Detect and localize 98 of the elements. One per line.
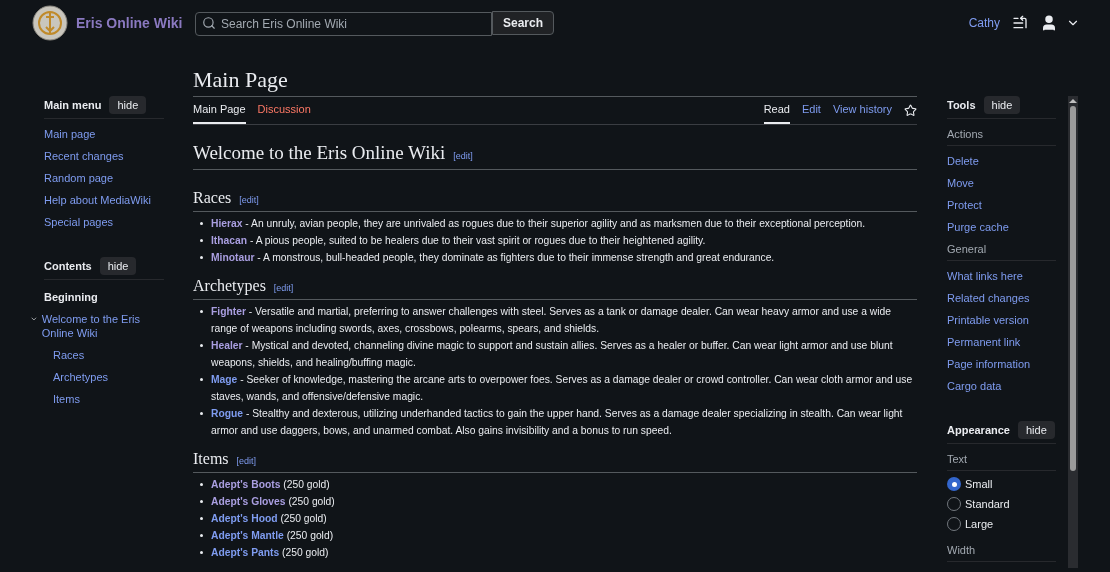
bullet-icon <box>200 310 203 313</box>
list-item-text: Ithacan - A pious people, suited to be healers due to their vast spirit or rogues due to their heightened agility. <box>211 234 706 248</box>
hide-button[interactable]: hide <box>99 257 137 275</box>
star-icon[interactable] <box>904 103 917 117</box>
scroll-up-icon[interactable] <box>1069 99 1077 103</box>
article-link[interactable]: Adept's Boots <box>211 479 281 490</box>
hide-button[interactable]: hide <box>109 96 147 114</box>
logo-icon[interactable] <box>32 5 68 41</box>
article-link[interactable]: Adept's Hood <box>211 513 278 524</box>
tool-link[interactable]: Delete <box>947 154 1056 168</box>
bullet-icon <box>200 256 203 259</box>
tool-link[interactable]: Page information <box>947 357 1056 371</box>
bullet-icon <box>200 378 203 381</box>
edit-link[interactable]: [edit] <box>453 149 473 163</box>
bullet-icon <box>200 534 203 537</box>
toc-link[interactable]: Races <box>53 348 164 362</box>
radio-button[interactable] <box>947 477 961 491</box>
bullet-icon <box>200 483 203 486</box>
bullet-icon <box>200 500 203 503</box>
article-link[interactable]: Adept's Gloves <box>211 496 286 507</box>
article-link[interactable]: Hierax <box>211 218 243 229</box>
page-tab[interactable]: Edit <box>801 97 821 124</box>
tool-link[interactable]: Purge cache <box>947 220 1056 234</box>
list-item-text: Adept's Hood (250 gold) <box>211 512 327 526</box>
page-tab[interactable]: View history <box>832 97 892 124</box>
bullet-icon <box>200 239 203 242</box>
tool-link[interactable]: Permanent link <box>947 335 1056 349</box>
sidebar-heading: Appearance <box>947 423 1010 437</box>
tool-link[interactable]: Move <box>947 176 1056 190</box>
sidebar-link[interactable]: Recent changes <box>44 149 164 163</box>
page-tab[interactable]: Main Page <box>193 97 246 124</box>
list-item-text: Adept's Gloves (250 gold) <box>211 495 335 509</box>
page-tab[interactable]: Read <box>763 97 790 124</box>
sidebar-heading: Main menu <box>44 98 102 112</box>
bullet-icon <box>200 517 203 520</box>
group-heading: General <box>947 242 1056 261</box>
toc-link[interactable]: Beginning <box>44 290 164 304</box>
article-link[interactable]: Adept's Pants <box>211 547 280 558</box>
list-item-text: Rogue - Stealthy and dexterous, utilizing underhanded tactics to gain the upper hand. Serves as a damage dealer specializing in stealth. Can wear light armor and use daggers, bows, and unarmed combat. Also gains invisibility and a bonus to run speed. <box>211 407 904 438</box>
scroll-thumb[interactable] <box>1070 106 1076 471</box>
section-heading: Items <box>193 449 229 469</box>
group-heading: Width <box>947 543 1056 562</box>
scrollbar[interactable] <box>1068 96 1078 568</box>
group-heading: Text <box>947 452 1056 471</box>
hide-button[interactable]: hide <box>983 96 1021 114</box>
article-link[interactable]: Fighter <box>211 306 246 317</box>
username-link[interactable]: Cathy <box>968 14 1000 32</box>
article-link[interactable]: Minotaur <box>211 252 255 263</box>
list-item-text: Minotaur - A monstrous, bull-headed people, they dominate as fighters due to their immense strength and great endurance. <box>211 251 775 265</box>
bullet-icon <box>200 344 203 347</box>
tool-link[interactable]: What links here <box>947 269 1056 283</box>
toc-link[interactable]: Items <box>53 392 164 406</box>
group-heading: Actions <box>947 127 1056 146</box>
article-link[interactable]: Rogue <box>211 408 244 419</box>
sidebar-link[interactable]: Random page <box>44 171 164 185</box>
edit-link[interactable]: [edit] <box>273 282 294 296</box>
list-item-text: Fighter - Versatile and martial, preferring to answer challenges with steel. Serves as a tank or damage dealer. Can wear heavy armor and use a wide range of weapons including swords, axes, crossbows, polearms, spears, and shields. <box>211 305 892 336</box>
search-button[interactable]: Search <box>492 11 555 35</box>
article-link[interactable]: Ithacan <box>211 235 248 246</box>
toc-link[interactable]: Archetypes <box>53 370 164 384</box>
bullet-icon <box>200 412 203 415</box>
site-title[interactable]: Eris Online Wiki <box>76 12 186 34</box>
page-title: Main Page <box>193 66 917 97</box>
tool-link[interactable]: Cargo data <box>947 379 1056 393</box>
tool-link[interactable]: Printable version <box>947 313 1056 327</box>
list-item-text: Mage - Seeker of knowledge, mastering the arcane arts to overpower foes. Serves as a damage dealer or crowd controller. Can wear cloth armor and use staves, wands, and offensive/defensive magic. <box>211 373 914 404</box>
section-heading: Races <box>193 188 232 208</box>
section-heading: Welcome to the Eris Online Wiki <box>193 140 446 165</box>
bullet-icon <box>200 551 203 554</box>
edit-link[interactable]: [edit] <box>239 194 259 208</box>
toc-link[interactable]: Welcome to the Eris Online Wiki <box>41 312 164 340</box>
search-field[interactable]: Search Eris Online Wiki <box>195 11 492 36</box>
list-item-text: Adept's Mantle (250 gold) <box>211 529 334 543</box>
article-link[interactable]: Healer <box>211 340 243 351</box>
radio-label[interactable]: Small <box>965 477 993 491</box>
hide-button[interactable]: hide <box>1018 421 1055 439</box>
list-item-text: Healer - Mystical and devoted, channeling divine magic to support and sustain allies. Serves as a healer or buffer. Can wear light armor and use blunt weapons, shields, and healing/buffing magic. <box>211 339 894 370</box>
sidebar-link[interactable]: Main page <box>44 127 164 141</box>
sidebar-heading: Tools <box>947 98 976 112</box>
bullet-icon <box>200 222 203 225</box>
search-icon <box>202 15 216 30</box>
sidebar-heading: Contents <box>44 259 92 273</box>
tool-link[interactable]: Protect <box>947 198 1056 212</box>
sidebar-link[interactable]: Special pages <box>44 215 164 229</box>
user-icon[interactable] <box>1040 14 1058 32</box>
list-item-text: Hierax - An unruly, avian people, they are unrivaled as rogues due to their superior agility and as marksmen due to their exceptional perception. <box>211 217 866 231</box>
page-tab[interactable]: Discussion <box>257 97 311 124</box>
radio-label[interactable]: Large <box>965 517 994 531</box>
list-item-text: Adept's Pants (250 gold) <box>211 546 329 560</box>
section-heading: Archetypes <box>193 276 266 297</box>
radio-label[interactable]: Standard <box>965 497 1010 511</box>
sidebar-link[interactable]: Help about MediaWiki <box>44 193 164 207</box>
article-link[interactable]: Mage <box>211 374 238 385</box>
list-item-text: Adept's Boots (250 gold) <box>211 478 330 492</box>
watchlist-icon[interactable] <box>1012 15 1028 31</box>
article-link[interactable]: Adept's Mantle <box>211 530 284 541</box>
edit-link[interactable]: [edit] <box>236 455 257 469</box>
tool-link[interactable]: Related changes <box>947 291 1056 305</box>
